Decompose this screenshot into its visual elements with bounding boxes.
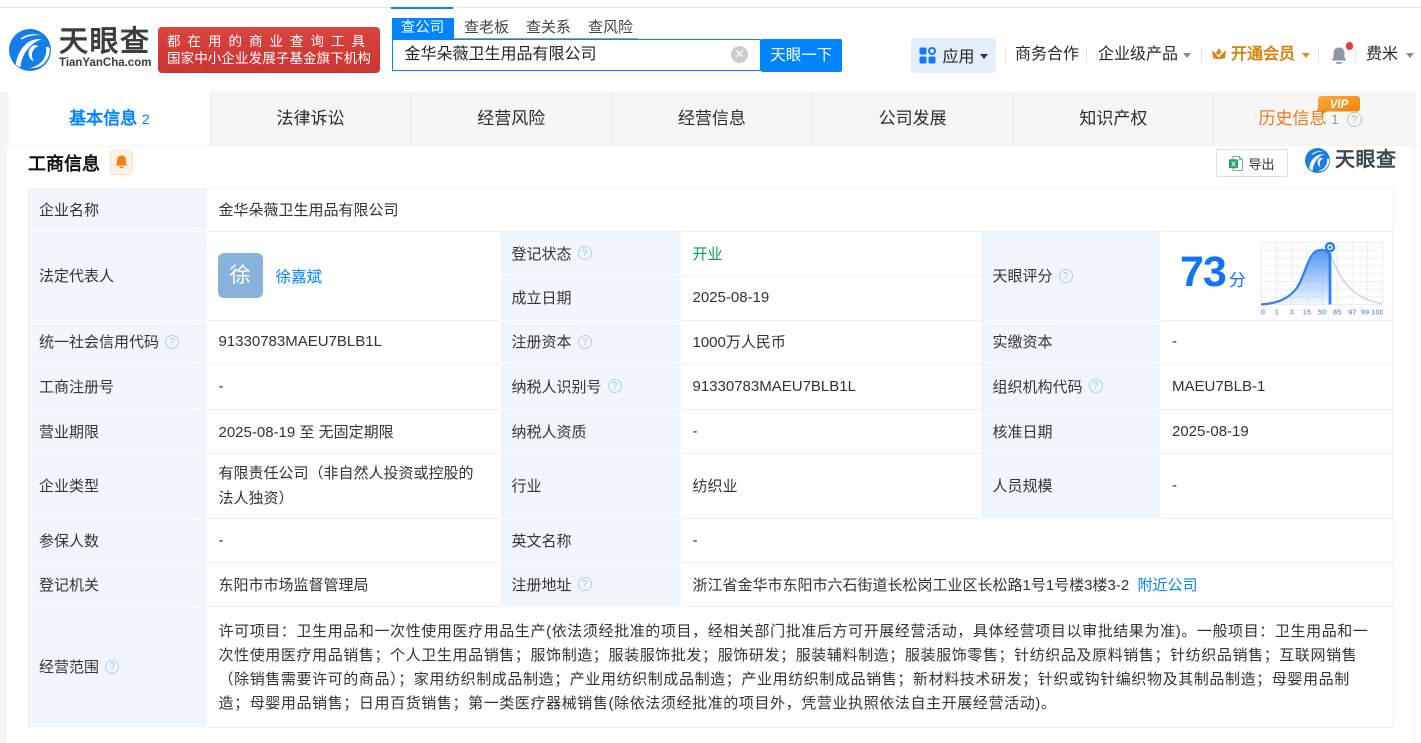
- svg-text:85: 85: [1333, 307, 1342, 316]
- svg-text:97: 97: [1348, 307, 1356, 316]
- svg-text:3: 3: [1290, 307, 1294, 316]
- svg-text:99: 99: [1361, 307, 1369, 316]
- svg-text:X: X: [1231, 159, 1236, 168]
- svg-text:15: 15: [1303, 307, 1312, 316]
- svg-text:100: 100: [1371, 307, 1383, 316]
- svg-text:VIP: VIP: [1330, 99, 1349, 111]
- svg-text:1: 1: [1274, 307, 1279, 316]
- svg-text:0: 0: [1261, 307, 1265, 316]
- svg-text:50: 50: [1318, 307, 1326, 316]
